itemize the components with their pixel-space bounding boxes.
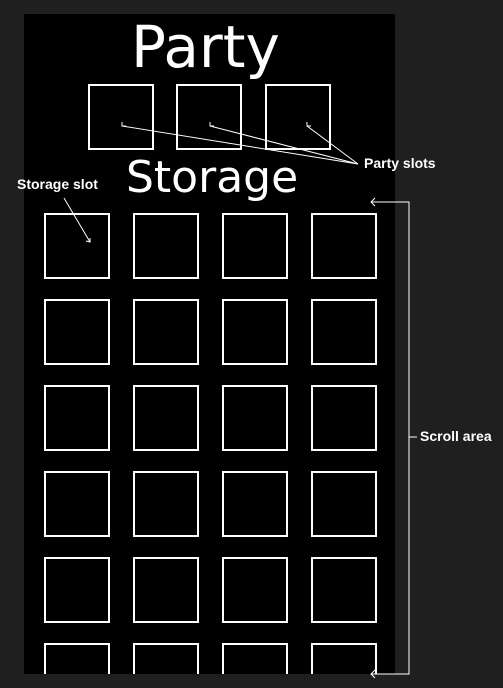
storage-slot[interactable] xyxy=(311,213,377,279)
party-slot-1[interactable] xyxy=(88,84,154,150)
party-slot-2[interactable] xyxy=(176,84,242,150)
storage-slot[interactable] xyxy=(311,557,377,623)
storage-slot[interactable] xyxy=(44,385,110,451)
diagram-canvas: Party Storage Party slots Storage slot S… xyxy=(0,0,503,688)
party-slots-label: Party slots xyxy=(364,155,436,171)
storage-slot[interactable] xyxy=(133,385,199,451)
storage-slot[interactable] xyxy=(311,299,377,365)
storage-slot[interactable] xyxy=(222,557,288,623)
storage-slot[interactable] xyxy=(44,299,110,365)
party-title: Party xyxy=(131,14,280,81)
storage-slot[interactable] xyxy=(44,557,110,623)
storage-slot[interactable] xyxy=(311,471,377,537)
storage-slot[interactable] xyxy=(44,213,110,279)
storage-slot[interactable] xyxy=(44,643,110,674)
storage-slot[interactable] xyxy=(311,385,377,451)
storage-slot-label: Storage slot xyxy=(17,176,98,192)
storage-slot[interactable] xyxy=(222,299,288,365)
storage-slot[interactable] xyxy=(222,385,288,451)
storage-slot[interactable] xyxy=(222,643,288,674)
storage-slot[interactable] xyxy=(222,471,288,537)
storage-slot[interactable] xyxy=(44,471,110,537)
storage-slot[interactable] xyxy=(133,557,199,623)
storage-slot[interactable] xyxy=(133,299,199,365)
storage-slot[interactable] xyxy=(311,643,377,674)
game-screen: Party Storage xyxy=(24,14,395,674)
storage-slot[interactable] xyxy=(133,643,199,674)
storage-slot[interactable] xyxy=(133,471,199,537)
storage-slot[interactable] xyxy=(133,213,199,279)
scroll-area-label: Scroll area xyxy=(420,428,492,444)
storage-title: Storage xyxy=(126,152,299,203)
storage-slot[interactable] xyxy=(222,213,288,279)
party-slot-3[interactable] xyxy=(265,84,331,150)
